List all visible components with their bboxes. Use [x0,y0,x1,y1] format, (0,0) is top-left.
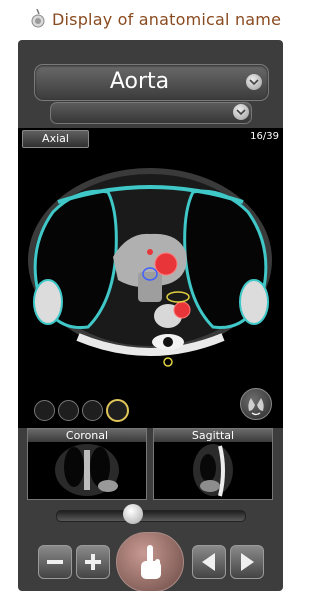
structure-dropdown[interactable]: Aorta [34,64,269,101]
structure-name: Aorta [109,69,170,94]
previous-slice-button[interactable] [192,545,226,579]
viewer-panel: Aorta Axial 16/39 Coronal Sagittal [18,40,283,591]
plus-icon [85,554,101,570]
lung-rotate-icon[interactable] [240,388,272,420]
chevron-down-icon[interactable] [233,104,249,120]
view-mode-tab[interactable]: Axial [22,130,89,148]
next-slice-button[interactable] [230,545,264,579]
slice-slider-track[interactable] [56,510,246,522]
slice-counter: 16/39 [250,131,279,142]
coronal-label: Coronal [28,429,146,442]
triangle-left-icon [202,553,215,571]
thumbnail-lung-1[interactable] [34,400,55,421]
touch-mode-button[interactable] [116,532,184,591]
sagittal-label: Sagittal [154,429,272,442]
stopwatch-icon [31,9,45,28]
chevron-down-icon[interactable] [246,74,262,90]
thumbnail-lung-4[interactable] [106,399,129,422]
app-title: Display of anatomical name [52,10,282,29]
triangle-right-icon [241,553,254,571]
thumbnail-lung-3[interactable] [82,400,103,421]
zoom-out-button[interactable] [38,545,72,579]
thumbnail-lung-2[interactable] [58,400,79,421]
sub-structure-dropdown[interactable] [50,102,252,124]
axial-viewport[interactable]: Axial 16/39 [18,128,283,428]
header-bar: Display of anatomical name [0,0,300,42]
zoom-in-button[interactable] [76,545,110,579]
sagittal-preview[interactable]: Sagittal [153,428,273,500]
minus-icon [47,560,63,564]
touch-hand-icon [141,545,161,579]
sagittal-image [193,444,233,497]
ct-axial-image[interactable] [18,152,283,388]
coronal-image [55,444,119,496]
coronal-preview[interactable]: Coronal [27,428,147,500]
